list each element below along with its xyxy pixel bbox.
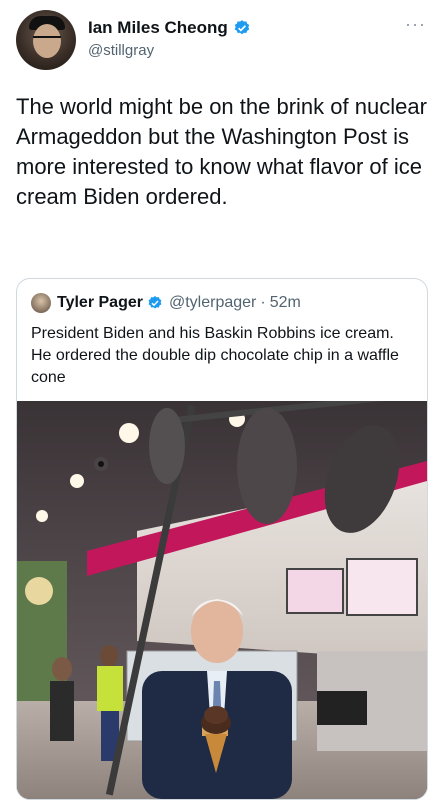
tweet-text: The world might be on the brink of nucle…	[16, 94, 427, 209]
photo-illustration	[17, 401, 427, 799]
quoted-tweet[interactable]: Tyler Pager @tylerpager · 52m President …	[16, 278, 428, 800]
author-name-row: Ian Miles Cheong	[88, 18, 251, 38]
author-avatar[interactable]	[16, 10, 76, 70]
tweet-header: Ian Miles Cheong @stillgray ···	[16, 10, 426, 74]
tweet-photo[interactable]	[17, 401, 427, 799]
quoted-author-handle[interactable]: @tylerpager	[169, 294, 256, 312]
more-dots-icon[interactable]: ···	[405, 14, 426, 35]
verified-badge-icon	[234, 20, 249, 35]
quoted-author-name[interactable]: Tyler Pager	[57, 294, 143, 312]
quoted-tweet-text: President Biden and his Baskin Robbins i…	[31, 325, 399, 386]
author-handle[interactable]: @stillgray	[88, 42, 154, 59]
quoted-tweet-time[interactable]: 52m	[270, 294, 301, 312]
quoted-author-avatar[interactable]	[31, 293, 51, 313]
meta-separator: ·	[260, 294, 266, 311]
author-display-name[interactable]: Ian Miles Cheong	[88, 18, 228, 38]
verified-badge-icon	[148, 296, 162, 309]
quoted-tweet-header: Tyler Pager @tylerpager · 52m	[31, 293, 301, 313]
